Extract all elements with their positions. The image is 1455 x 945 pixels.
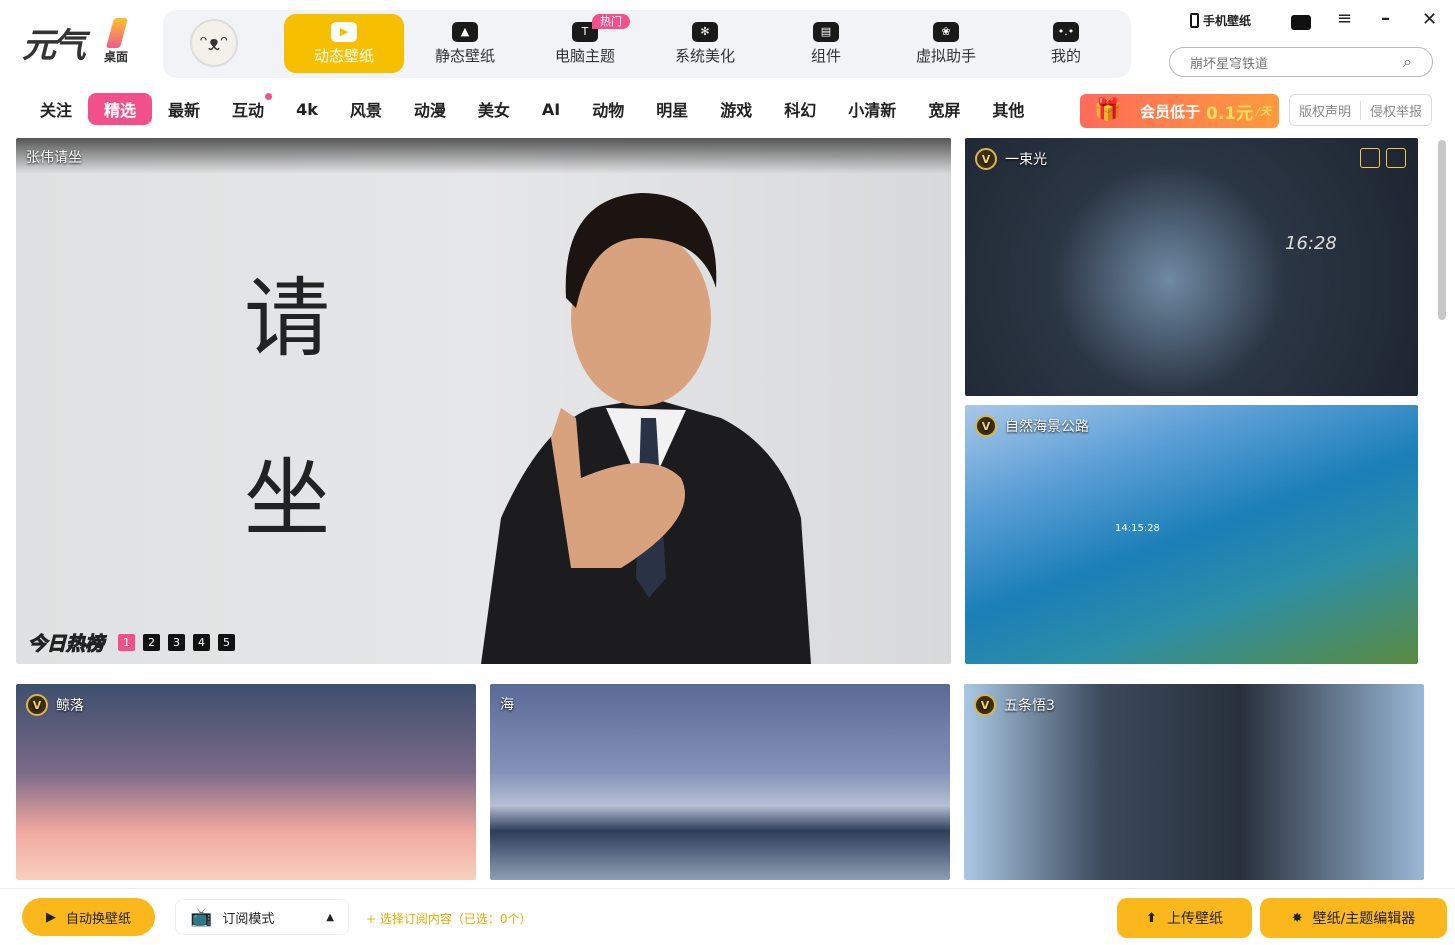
minimize-icon[interactable]: – (1381, 8, 1390, 29)
report-link[interactable]: 侵权举报 (1361, 101, 1431, 120)
vip-promo-button[interactable]: 🎁 会员低于 0.1元/天 (1080, 94, 1279, 128)
category-tab[interactable]: 精选 (88, 93, 153, 125)
category-tab[interactable]: 动物 (576, 93, 640, 125)
nav-tab[interactable]: ▤ 组件 (766, 14, 886, 73)
search-icon[interactable]: ⌕ (1403, 52, 1412, 72)
play-tv-icon: ▶ (331, 21, 357, 42)
search-input[interactable]: 崩坏星穹铁道 ⌕ (1169, 47, 1433, 77)
play-icon: ▶ (45, 909, 56, 925)
face-icon: •.• (1053, 21, 1079, 42)
nav-tab[interactable]: ✻ 系统美化 (645, 14, 765, 73)
category-tab[interactable]: 4k (280, 96, 334, 123)
avatar[interactable]: ᵔᴥᵔ (190, 19, 238, 67)
copyright-link[interactable]: 版权声明 (1290, 100, 1361, 120)
close-icon[interactable]: ✕ (1422, 9, 1437, 30)
wallpaper-card[interactable]: V 鲸落 (16, 684, 476, 880)
category-tab[interactable]: 动漫 (398, 93, 462, 125)
nav-tab[interactable]: ▲ 静态壁纸 (405, 14, 525, 73)
banner-page-button[interactable]: 2 (143, 634, 161, 651)
upload-icon: ⬆ (1146, 910, 1157, 926)
mail-icon[interactable] (1291, 15, 1311, 30)
app-logo: 元气 桌面 (22, 18, 140, 70)
phone-icon (1190, 13, 1199, 28)
vip-icon: V (974, 694, 996, 716)
interactive-icon (1360, 148, 1380, 168)
vip-icon: V (975, 148, 997, 170)
nav-tab[interactable]: •.• 我的 (1006, 14, 1126, 73)
category-tab[interactable]: 宽屏 (912, 93, 976, 125)
wallpaper-card[interactable]: V 自然海景公路 14:15:28 (965, 405, 1418, 664)
flower-icon: ✻ (692, 21, 718, 42)
nav-tab[interactable]: ❀ 虚拟助手 (886, 14, 1006, 73)
new-dot (265, 93, 273, 100)
hot-rank: 今日热榜 12345 (27, 629, 236, 656)
auto-change-button[interactable]: ▶ 自动换壁纸 (22, 898, 155, 936)
select-subscription-link[interactable]: + 选择订阅内容（已选：0个） (366, 910, 532, 927)
phone-wallpaper-button[interactable]: 手机壁纸 (1190, 12, 1251, 29)
caret-up-icon: ▲ (326, 911, 334, 923)
category-tab[interactable]: 风景 (334, 93, 398, 125)
banner-page-button[interactable]: 1 (118, 634, 136, 651)
category-tab[interactable]: 关注 (24, 93, 88, 125)
banner-page-button[interactable]: 3 (168, 634, 186, 651)
image-icon: ▲ (452, 21, 478, 42)
wallpaper-card[interactable]: V 一束光 16:28 (965, 138, 1418, 396)
paw-icon: ❀ (933, 21, 959, 42)
legal-links: 版权声明 侵权举报 (1289, 94, 1432, 126)
mode-select[interactable]: 📺 订阅模式 ▲ (175, 899, 349, 935)
category-tab[interactable]: 美女 (462, 93, 526, 125)
banner-page-button[interactable]: 4 (193, 634, 211, 651)
person-image (481, 193, 811, 664)
category-tab[interactable]: 其他 (976, 93, 1040, 125)
nav-tab[interactable]: ▶ 动态壁纸 (284, 14, 404, 73)
category-tab[interactable]: 小清新 (832, 93, 912, 125)
menu-icon[interactable]: ≡ (1337, 8, 1352, 29)
banner-page-button[interactable]: 5 (218, 634, 236, 651)
wallpaper-card[interactable]: V 五条悟3 (964, 684, 1424, 880)
category-tabs: 关注 精选 最新 互动 4k 风景 动漫 美女 AI 动物 明星 游戏 科幻 小清新 宽屏 其他 (24, 93, 1040, 125)
magic-wand-icon: ✸ (1291, 910, 1303, 926)
tv-icon: 📺 (190, 906, 213, 928)
featured-banner[interactable]: 张伟请坐 请 坐 今日热榜 12345 (16, 138, 951, 664)
editor-button[interactable]: ✸ 壁纸/主题编辑器 (1260, 898, 1447, 938)
category-tab[interactable]: 明星 (640, 93, 704, 125)
upload-button[interactable]: ⬆ 上传壁纸 (1117, 898, 1252, 938)
widget-icon: ▤ (813, 21, 839, 42)
cursor-icon (1386, 148, 1406, 168)
category-tab[interactable]: 游戏 (704, 93, 768, 125)
category-tab[interactable]: 最新 (152, 93, 216, 125)
vip-icon: V (975, 415, 997, 437)
category-tab[interactable]: AI (526, 96, 576, 123)
wallpaper-card[interactable]: 海 (490, 684, 950, 880)
category-tab[interactable]: 互动 (216, 93, 280, 125)
gift-icon: 🎁 (1094, 98, 1122, 123)
vip-icon: V (26, 694, 48, 716)
scrollbar[interactable] (1438, 140, 1446, 320)
hot-badge: 热门 (592, 14, 630, 29)
category-tab[interactable]: 科幻 (768, 93, 832, 125)
